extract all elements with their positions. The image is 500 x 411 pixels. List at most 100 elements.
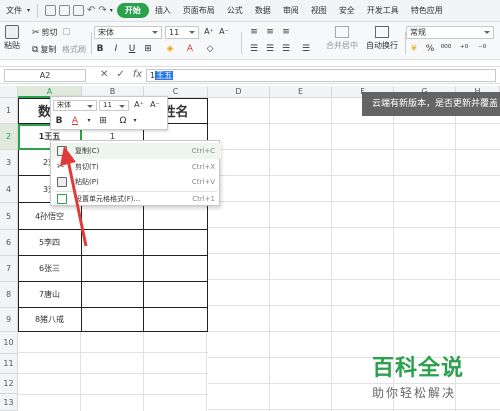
cell-b7[interactable]	[82, 256, 144, 282]
undo-icon[interactable]: ↶	[87, 5, 95, 16]
fill-color-icon[interactable]: ◈	[164, 43, 176, 55]
font-name-select[interactable]: 宋体	[94, 26, 162, 39]
print-icon[interactable]	[59, 5, 71, 16]
thousands-icon[interactable]: ⁰⁰⁰	[440, 43, 452, 55]
name-box[interactable]: A2	[4, 69, 86, 82]
mini-font-size-select[interactable]: 11	[99, 100, 129, 111]
copy-button[interactable]: ⧉ 复制	[32, 44, 56, 55]
increase-decimal-icon[interactable]: ⁺⁰	[458, 43, 470, 55]
row-header-10[interactable]: 10	[0, 332, 18, 354]
chevron-down-icon[interactable]: ▾	[129, 115, 141, 127]
chevron-down-icon[interactable]: ▾	[83, 115, 95, 127]
row-header-1[interactable]: 1	[0, 98, 18, 124]
redo-icon[interactable]: ↷	[98, 5, 106, 16]
tab-developer[interactable]: 开发工具	[361, 5, 405, 16]
wrap-text-button[interactable]: 自动换行	[366, 26, 398, 51]
distributed-icon[interactable]: ☰	[300, 43, 312, 55]
font-size-select[interactable]: 11	[165, 26, 199, 39]
empty-cells-lower[interactable]	[18, 332, 208, 411]
function-icon[interactable]: fx	[133, 69, 142, 80]
context-menu-paste[interactable]: 粘贴(P) Ctrl+V	[51, 174, 221, 190]
row-header-12[interactable]: 12	[0, 374, 18, 394]
underline-button[interactable]: U	[126, 43, 138, 55]
cell-c6[interactable]	[144, 230, 208, 256]
row-header-9[interactable]: 9	[0, 308, 18, 332]
column-header-e[interactable]: E	[270, 86, 332, 98]
row-header-13[interactable]: 13	[0, 394, 18, 411]
number-format-select[interactable]: 常规	[406, 26, 494, 39]
tab-formulas[interactable]: 公式	[221, 5, 249, 16]
mini-border-icon[interactable]: ⊞	[97, 115, 109, 127]
tab-view[interactable]: 视图	[305, 5, 333, 16]
cell-b6[interactable]	[82, 230, 144, 256]
row-header-7[interactable]: 7	[0, 256, 18, 282]
context-menu-cut[interactable]: ✂ 剪切(T) Ctrl+X	[51, 159, 221, 175]
align-center-icon[interactable]: ☰	[264, 43, 276, 55]
align-bottom-icon[interactable]: ≡	[280, 26, 292, 38]
cell-a8[interactable]: 7唐山	[18, 282, 82, 308]
row-header-6[interactable]: 6	[0, 230, 18, 256]
cell-b8[interactable]	[82, 282, 144, 308]
tab-page-layout[interactable]: 页面布局	[177, 5, 221, 16]
update-notification[interactable]: 云端有新版本，是否更新并覆盖	[362, 92, 500, 116]
mini-decrease-font-icon[interactable]: A⁻	[149, 99, 161, 111]
context-menu-copy[interactable]: 复制(C) Ctrl+C	[51, 143, 221, 159]
mini-symbol-button[interactable]: Ω	[117, 115, 129, 127]
row-header-3[interactable]: 3	[0, 150, 18, 176]
scissors-icon: ✂	[57, 162, 65, 172]
row-header-8[interactable]: 8	[0, 282, 18, 308]
file-menu[interactable]: 文件 ▾	[0, 5, 34, 16]
mini-bold-button[interactable]: B	[53, 115, 65, 127]
border-icon[interactable]: ⊞	[142, 43, 154, 55]
cell-a9[interactable]: 8猪八戒	[18, 308, 82, 332]
row-header-4[interactable]: 4	[0, 176, 18, 203]
cell-b5[interactable]	[82, 203, 144, 230]
row-header-5[interactable]: 5	[0, 203, 18, 230]
save-icon[interactable]	[45, 5, 57, 16]
cell-c8[interactable]	[144, 282, 208, 308]
align-left-icon[interactable]: ☰	[248, 43, 260, 55]
cell-a5[interactable]: 4孙悟空	[18, 203, 82, 230]
mini-font-color-button[interactable]: A	[69, 115, 81, 127]
font-color-icon[interactable]: A	[184, 43, 196, 55]
row-header-11[interactable]: 11	[0, 354, 18, 374]
select-all-corner[interactable]	[0, 86, 18, 98]
currency-icon[interactable]: ¥	[408, 43, 420, 55]
cell-c5[interactable]	[144, 203, 208, 230]
cut-button[interactable]: ✂ 剪切	[32, 27, 58, 38]
align-right-icon[interactable]: ☰	[280, 43, 292, 55]
align-top-icon[interactable]: ≡	[248, 26, 260, 38]
cell-c7[interactable]	[144, 256, 208, 282]
mini-increase-font-icon[interactable]: A⁺	[133, 99, 145, 111]
tab-security[interactable]: 安全	[333, 5, 361, 16]
confirm-icon[interactable]: ✓	[116, 69, 124, 80]
align-middle-icon[interactable]: ≡	[264, 26, 276, 38]
formula-input[interactable]: 1王五	[146, 69, 496, 82]
mini-font-name-select[interactable]: 宋体	[53, 100, 97, 111]
italic-button[interactable]: I	[110, 43, 122, 55]
decrease-font-icon[interactable]: A⁻	[218, 26, 230, 38]
tab-data[interactable]: 数据	[249, 5, 277, 16]
context-menu-format-cells[interactable]: 设置单元格格式(F)... Ctrl+1	[51, 191, 221, 207]
tab-features[interactable]: 特色应用	[405, 5, 449, 16]
cell-c9[interactable]	[144, 308, 208, 332]
row-header-2[interactable]: 2	[0, 124, 18, 150]
chevron-down-icon[interactable]: ▾	[110, 7, 113, 14]
cell-b9[interactable]	[82, 308, 144, 332]
tab-home[interactable]: 开始	[116, 3, 149, 18]
clear-format-icon[interactable]: ◇	[204, 43, 216, 55]
tab-review[interactable]: 审阅	[277, 5, 305, 16]
cancel-icon[interactable]: ✕	[100, 69, 108, 80]
decrease-decimal-icon[interactable]: ⁻⁰	[476, 43, 488, 55]
column-header-d[interactable]: D	[208, 86, 270, 98]
preview-icon[interactable]	[73, 5, 85, 16]
increase-font-icon[interactable]: A⁺	[203, 26, 215, 38]
percent-icon[interactable]: %	[424, 43, 436, 55]
cell-a6[interactable]: 5李四	[18, 230, 82, 256]
tab-insert[interactable]: 插入	[149, 5, 177, 16]
format-painter-button[interactable]: 格式刷	[62, 44, 86, 55]
merge-center-button[interactable]: 合并居中	[326, 26, 358, 51]
bold-button[interactable]: B	[94, 43, 106, 55]
cell-a7[interactable]: 6张三	[18, 256, 82, 282]
paste-button[interactable]: 粘贴	[4, 25, 20, 51]
